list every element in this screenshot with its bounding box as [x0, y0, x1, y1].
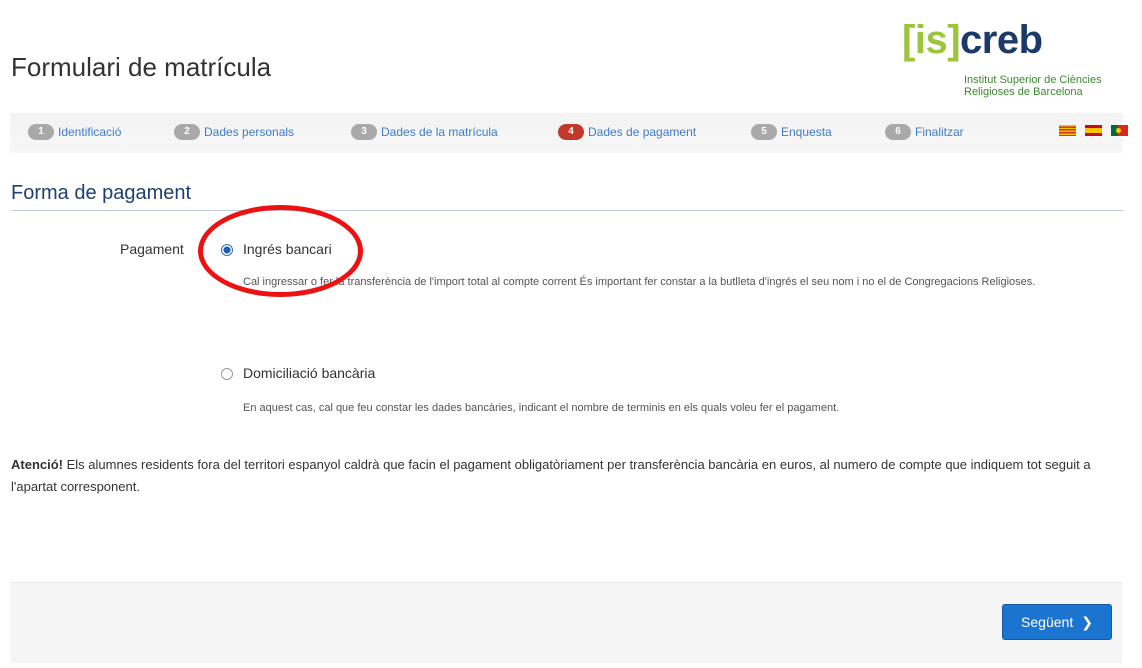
step-enquesta[interactable]: 5 Enquesta	[751, 124, 832, 140]
step-dades-personals[interactable]: 2 Dades personals	[174, 124, 294, 140]
direct-debit-help: En aquest cas, cal que feu constar les d…	[243, 402, 840, 414]
step-identificacio[interactable]: 1 Identificació	[28, 124, 121, 140]
logo-wordmark: [is]creb	[902, 20, 1132, 60]
notice-body: Els alumnes residents fora del territori…	[11, 457, 1091, 494]
step-label: Dades de pagament	[588, 125, 697, 139]
step-number-badge: 1	[28, 124, 54, 140]
notice-text: Atenció! Els alumnes residents fora del …	[11, 454, 1126, 498]
logo-is: is	[914, 18, 948, 62]
payment-field-label: Pagament	[120, 241, 184, 257]
step-number-badge: 2	[174, 124, 200, 140]
step-number-badge: 4	[558, 124, 584, 140]
iscreb-logo: [is]creb Institut Superior de Ciències R…	[902, 20, 1132, 100]
step-label: Dades personals	[204, 125, 295, 139]
spanish-flag-icon[interactable]	[1085, 125, 1102, 136]
page-title: Formulari de matrícula	[11, 52, 272, 82]
notice-bold-label: Atenció!	[11, 457, 63, 472]
portuguese-flag-icon[interactable]	[1111, 125, 1128, 136]
logo-subtitle-line1: Institut Superior de Ciències	[964, 74, 1102, 86]
bank-deposit-help: Cal ingressar o fer la transferència de …	[243, 276, 1036, 288]
step-number-badge: 6	[885, 124, 911, 140]
logo-subtitle: Institut Superior de Ciències Religioses…	[964, 74, 1134, 98]
step-label: Dades de la matrícula	[381, 125, 498, 139]
step-dades-matricula[interactable]: 3 Dades de la matrícula	[351, 124, 498, 140]
step-number-badge: 3	[351, 124, 377, 140]
bank-deposit-radio[interactable]	[221, 244, 233, 256]
direct-debit-label[interactable]: Domiciliació bancària	[243, 365, 375, 381]
next-button-label: Següent	[1021, 614, 1074, 630]
steps-bar: 1 Identificació 2 Dades personals 3 Dade…	[10, 113, 1128, 153]
section-title: Forma de pagament	[11, 182, 192, 204]
language-selector	[1059, 125, 1128, 136]
bank-deposit-label[interactable]: Ingrés bancari	[243, 241, 332, 257]
catalan-flag-icon[interactable]	[1059, 125, 1076, 136]
next-button[interactable]: Següent ❯	[1002, 604, 1112, 640]
chevron-right-icon: ❯	[1081, 613, 1093, 630]
logo-subtitle-line2: Religioses de Barcelona	[964, 86, 1083, 98]
step-label: Enquesta	[781, 125, 832, 139]
logo-open-bracket: [	[902, 18, 915, 62]
form-footer	[10, 582, 1122, 663]
direct-debit-radio[interactable]	[221, 368, 233, 380]
logo-creb: creb	[960, 18, 1043, 62]
step-label: Identificació	[58, 125, 122, 139]
section-divider	[11, 210, 1123, 211]
step-label: Finalitzar	[915, 125, 964, 139]
logo-close-bracket: ]	[947, 18, 961, 62]
step-finalitzar[interactable]: 6 Finalitzar	[885, 124, 964, 140]
step-dades-pagament[interactable]: 4 Dades de pagament	[558, 124, 696, 140]
step-number-badge: 5	[751, 124, 777, 140]
